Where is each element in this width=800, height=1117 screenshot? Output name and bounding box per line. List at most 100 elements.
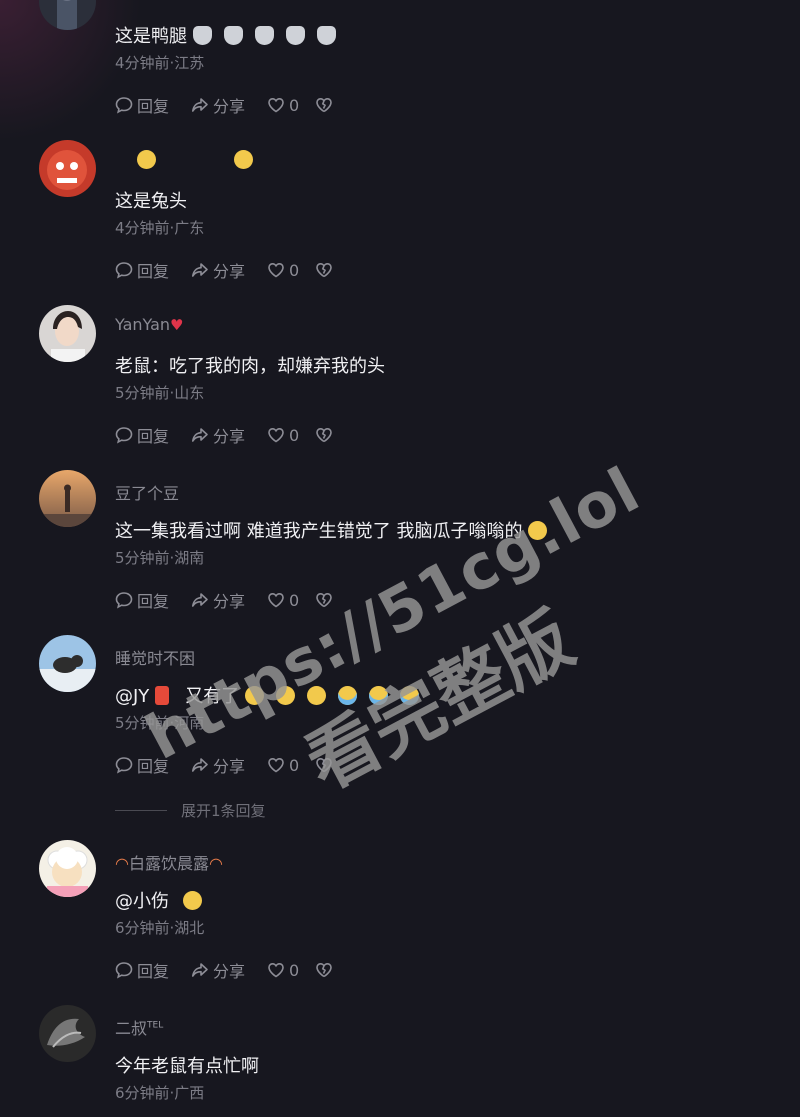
reply-icon	[115, 757, 133, 774]
like-button[interactable]: 0	[267, 591, 299, 610]
reply-icon	[115, 262, 133, 279]
comment-username[interactable]: 睡觉时不困	[115, 645, 195, 669]
reply-label: 回复	[137, 97, 170, 116]
share-icon	[192, 98, 208, 112]
share-label: 分享	[213, 427, 246, 446]
comment-meta: 4分钟前·广东	[115, 219, 205, 237]
share-label: 分享	[213, 962, 246, 981]
comment-actions: 回复 分享 0	[115, 959, 359, 981]
share-button[interactable]: 分享	[191, 258, 245, 282]
sweat-emoji-icon	[245, 686, 265, 705]
cat-emoji-icon	[317, 26, 336, 45]
avatar[interactable]	[39, 305, 96, 362]
comment-meta: 6分钟前·湖北	[115, 919, 205, 937]
comment-username[interactable]: 二叔TEL	[115, 1015, 163, 1039]
share-button[interactable]: 分享	[191, 958, 245, 982]
reply-button[interactable]: 回复	[115, 588, 169, 612]
comment-screen: 这是鸭腿 4分钟前·江苏 回复 分享 0 这是兔头 4分钟前·广东 回复 分享 …	[0, 0, 800, 1117]
shocked-emoji-icon	[183, 891, 202, 910]
share-icon	[192, 963, 208, 977]
reply-button[interactable]: 回复	[115, 258, 169, 282]
heart-icon	[268, 97, 284, 113]
comment-username[interactable]: ◠白露饮晨露◠	[115, 850, 223, 874]
reply-label: 回复	[137, 757, 170, 776]
reply-button[interactable]: 回复	[115, 753, 169, 777]
avatar[interactable]	[39, 635, 96, 692]
like-count: 0	[289, 755, 300, 775]
like-button[interactable]: 0	[267, 961, 299, 980]
cat-emoji-icon	[255, 26, 274, 45]
rainbow-icon: ◠	[115, 854, 129, 873]
like-count: 0	[289, 425, 300, 445]
avatar[interactable]	[39, 840, 96, 897]
comment-meta: 5分钟前·河南	[115, 714, 205, 732]
reply-icon	[115, 97, 133, 114]
comment-text: 这是鸭腿	[115, 22, 342, 48]
broken-heart-icon	[316, 262, 333, 278]
share-button[interactable]: 分享	[191, 423, 245, 447]
dislike-button[interactable]	[315, 591, 337, 609]
share-label: 分享	[213, 97, 246, 116]
share-button[interactable]: 分享	[191, 588, 245, 612]
comment-actions: 回复 分享 0	[115, 259, 359, 281]
like-button[interactable]: 0	[267, 96, 299, 115]
broken-heart-icon	[316, 427, 333, 443]
expand-replies-button[interactable]: 展开1条回复	[115, 800, 266, 821]
crying-emoji-icon	[338, 686, 358, 705]
share-icon	[192, 758, 208, 772]
comment-actions: 回复 分享 0	[115, 424, 359, 446]
dislike-button[interactable]	[315, 426, 337, 444]
comment-username[interactable]: YanYan♥	[115, 315, 183, 334]
comment-meta: 6分钟前·广西	[115, 1084, 205, 1102]
reply-label: 回复	[137, 592, 170, 611]
dislike-button[interactable]	[315, 96, 337, 114]
laughing-emoji-icon	[528, 521, 548, 540]
heart-icon	[268, 592, 284, 608]
reply-button[interactable]: 回复	[115, 93, 169, 117]
comment-meta: 5分钟前·山东	[115, 384, 205, 402]
share-label: 分享	[213, 592, 246, 611]
comment-text: 老鼠：吃了我的肉，却嫌弃我的头	[115, 356, 385, 377]
broken-heart-icon	[316, 592, 333, 608]
avatar[interactable]	[39, 1005, 96, 1062]
comment-text: 这一集我看过啊 难道我产生错觉了 我脑瓜子嗡嗡的	[115, 517, 553, 543]
fries-emoji-icon	[155, 686, 170, 705]
reply-icon	[115, 427, 133, 444]
comment-text: @小伤	[115, 887, 208, 913]
like-button[interactable]: 0	[267, 756, 299, 775]
face-emoji-icon	[234, 150, 253, 169]
comment-actions: 回复 分享 0	[115, 754, 359, 776]
like-button[interactable]: 0	[267, 426, 299, 445]
like-count: 0	[289, 960, 300, 980]
mention-link[interactable]: @JY	[115, 686, 149, 707]
comment-emoji-line	[115, 150, 259, 171]
expand-replies-label: 展开1条回复	[181, 802, 266, 820]
comment-username[interactable]: 豆了个豆	[115, 480, 179, 504]
heart-icon	[268, 262, 284, 278]
like-button[interactable]: 0	[267, 261, 299, 280]
avatar[interactable]	[39, 470, 96, 527]
sweat-emoji-icon	[307, 686, 327, 705]
share-label: 分享	[213, 262, 246, 281]
crying-emoji-icon	[400, 686, 420, 705]
reply-button[interactable]: 回复	[115, 958, 169, 982]
heart-icon	[268, 427, 284, 443]
dislike-button[interactable]	[315, 756, 337, 774]
cat-emoji-icon	[286, 26, 305, 45]
comment-actions: 回复 分享 0	[115, 589, 359, 611]
broken-heart-icon	[316, 962, 333, 978]
reply-button[interactable]: 回复	[115, 423, 169, 447]
like-count: 0	[289, 95, 300, 115]
mention-link[interactable]: @小伤	[115, 891, 169, 912]
share-button[interactable]: 分享	[191, 93, 245, 117]
cat-emoji-icon	[224, 26, 243, 45]
dislike-button[interactable]	[315, 261, 337, 279]
share-icon	[192, 593, 208, 607]
share-icon	[192, 428, 208, 442]
avatar[interactable]	[39, 140, 96, 197]
reply-label: 回复	[137, 962, 170, 981]
dislike-button[interactable]	[315, 961, 337, 979]
comment-meta: 4分钟前·江苏	[115, 54, 205, 72]
share-button[interactable]: 分享	[191, 753, 245, 777]
avatar[interactable]	[39, 0, 96, 30]
